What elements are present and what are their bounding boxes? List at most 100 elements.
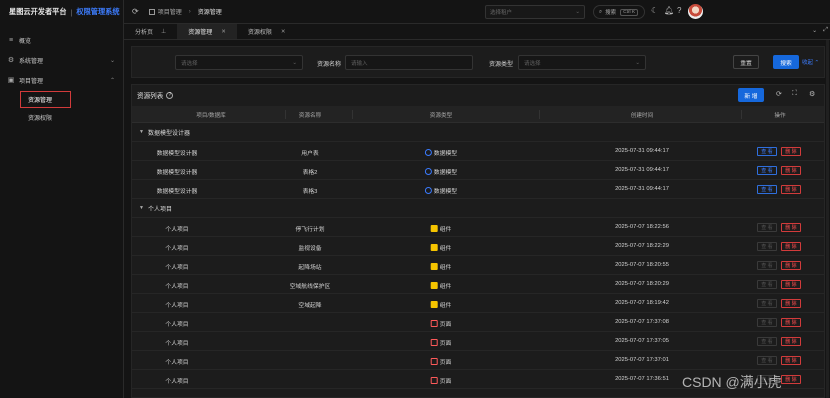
column-header: 资源名称 xyxy=(298,113,322,119)
list-title: 资源列表 ? xyxy=(137,90,174,100)
view-button[interactable]: 查 看 xyxy=(757,223,777,232)
breadcrumb: 项目管理 › 资源管理 xyxy=(148,7,222,16)
sidebar-subitem-label: 资源权限 xyxy=(28,115,53,122)
caret-down-icon[interactable]: ▼ xyxy=(139,129,144,135)
component-icon xyxy=(430,225,438,232)
caret-down-icon[interactable]: ▼ xyxy=(139,205,144,211)
add-resource-button[interactable]: 新 增 xyxy=(738,88,764,102)
sidebar-subitem-label: 资源管理 xyxy=(20,90,71,108)
expand-icon[interactable]: ⛶ xyxy=(792,90,797,98)
tenant-select[interactable]: 选择租户 ⌄ xyxy=(485,5,585,19)
tab-resource-permission[interactable]: 资源权限 ✕ xyxy=(237,24,297,39)
view-button[interactable]: 查 看 xyxy=(757,147,777,156)
view-button[interactable]: 查 看 xyxy=(757,261,777,270)
cell-type: 组件 xyxy=(430,243,451,252)
fullscreen-icon[interactable]: ⤢ xyxy=(823,27,828,34)
cell-type-label: 数据模型 xyxy=(433,151,458,157)
cell-name: 表格2 xyxy=(302,170,318,176)
type-select[interactable]: 请选择 ⌄ xyxy=(518,55,646,70)
bell-icon[interactable]: 🔔︎ xyxy=(664,6,674,15)
sidebar-subitem-resource-manage[interactable]: 资源管理 xyxy=(0,90,123,108)
group-row[interactable]: ▼ 数据模型设计器 xyxy=(132,123,824,142)
search-button[interactable]: 搜索 xyxy=(773,55,799,69)
view-button[interactable]: 查 看 xyxy=(757,356,777,365)
delete-button[interactable]: 删 除 xyxy=(781,280,801,289)
search-shortcut: Ctrl K xyxy=(620,8,639,16)
column-header: 创建时间 xyxy=(630,113,654,119)
group-name: 个人项目 xyxy=(147,206,172,213)
sidebar-item-overview[interactable]: ≡ 概览 xyxy=(0,30,123,50)
page-icon xyxy=(430,377,438,384)
delete-button[interactable]: 删 除 xyxy=(781,261,801,270)
tab-analysis[interactable]: 分析页 ⊥ xyxy=(124,24,177,39)
cell-created-time: 2025-07-07 18:20:55 xyxy=(615,262,669,268)
global-search[interactable]: ⌕ 搜索 Ctrl K xyxy=(593,5,645,19)
cell-created-time: 2025-07-31 09:44:17 xyxy=(615,167,669,173)
tab-resource-manage[interactable]: 资源管理 ✕ xyxy=(177,24,237,39)
column-divider xyxy=(352,110,353,119)
view-button[interactable]: 查 看 xyxy=(757,242,777,251)
pin-icon[interactable]: ⊥ xyxy=(161,28,166,35)
help-icon[interactable]: ? xyxy=(166,91,174,99)
cell-type-label: 页面 xyxy=(439,379,452,385)
view-button[interactable]: 查 看 xyxy=(757,185,777,194)
cell-type: 页面 xyxy=(430,319,451,328)
delete-button[interactable]: 删 除 xyxy=(781,337,801,346)
column-divider xyxy=(741,110,742,119)
cell-project: 数据模型设计器 xyxy=(156,189,198,195)
delete-button[interactable]: 删 除 xyxy=(781,242,801,251)
view-button[interactable]: 查 看 xyxy=(757,337,777,346)
page-scrollbar[interactable] xyxy=(826,40,829,398)
view-button[interactable]: 查 看 xyxy=(757,280,777,289)
reload-icon[interactable]: ⟳ xyxy=(776,90,782,98)
reset-button[interactable]: 重置 xyxy=(733,55,759,69)
delete-button[interactable]: 删 除 xyxy=(781,356,801,365)
settings-icon[interactable]: ⚙ xyxy=(809,90,815,98)
delete-button[interactable]: 删 除 xyxy=(781,147,801,156)
table-row: 个人项目 页面 2025-07-07 17:37:01 查 看删 除 xyxy=(132,351,824,370)
cell-type-label: 数据模型 xyxy=(433,189,458,195)
delete-button[interactable]: 删 除 xyxy=(781,318,801,327)
page-icon xyxy=(430,358,438,365)
cell-project: 个人项目 xyxy=(165,227,189,233)
group-row[interactable]: ▼ 个人项目 xyxy=(132,199,824,218)
collapse-link[interactable]: 收起 ⌃ xyxy=(802,58,819,66)
component-icon xyxy=(430,263,438,270)
column-header: 资源类型 xyxy=(429,113,453,119)
project-placeholder: 请选择 xyxy=(181,60,198,67)
breadcrumb-parent[interactable]: 项目管理 xyxy=(158,7,182,16)
delete-button[interactable]: 删 除 xyxy=(781,185,801,194)
view-button[interactable]: 查 看 xyxy=(757,318,777,327)
refresh-icon[interactable]: ⟳ xyxy=(132,7,139,16)
sidebar-item-project[interactable]: ▣ 项目管理 ⌃ xyxy=(0,70,123,90)
view-button[interactable]: 查 看 xyxy=(757,166,777,175)
theme-icon[interactable]: ☾ xyxy=(651,6,658,15)
sidebar-item-label: 项目管理 xyxy=(19,78,44,85)
close-icon[interactable]: ✕ xyxy=(221,29,226,35)
tabs-actions: ⌄ ⤢ xyxy=(812,27,828,34)
name-input[interactable]: 请输入 xyxy=(345,55,473,70)
sidebar-item-label: 概览 xyxy=(19,38,32,45)
cell-type-label: 页面 xyxy=(439,341,452,347)
view-button[interactable]: 查 看 xyxy=(757,299,777,308)
project-select[interactable]: 请选择 ⌄ xyxy=(175,55,303,70)
delete-button[interactable]: 删 除 xyxy=(781,223,801,232)
avatar[interactable] xyxy=(688,4,703,19)
page-icon xyxy=(430,320,438,327)
sidebar-subitem-resource-permission[interactable]: 资源权限 xyxy=(0,108,123,126)
chevron-up-icon: ⌃ xyxy=(109,77,115,84)
search-label: 搜索 xyxy=(605,10,617,16)
delete-button[interactable]: 删 除 xyxy=(781,299,801,308)
sidebar-item-system[interactable]: ⚙ 系统管理 ⌄ xyxy=(0,50,123,70)
search-icon: ⌕ xyxy=(599,8,603,15)
delete-button[interactable]: 删 除 xyxy=(781,166,801,175)
cell-type-label: 组件 xyxy=(439,227,452,233)
cell-name: 起降场站 xyxy=(298,265,322,271)
chevron-down-icon: ⌄ xyxy=(109,57,115,64)
help-icon[interactable]: ? xyxy=(677,6,681,15)
close-icon[interactable]: ✕ xyxy=(281,29,286,35)
delete-button[interactable]: 删 除 xyxy=(781,375,801,384)
cell-project: 数据模型设计器 xyxy=(156,151,198,157)
tenant-placeholder: 选择租户 xyxy=(490,10,513,16)
chevron-down-icon[interactable]: ⌄ xyxy=(812,27,817,34)
